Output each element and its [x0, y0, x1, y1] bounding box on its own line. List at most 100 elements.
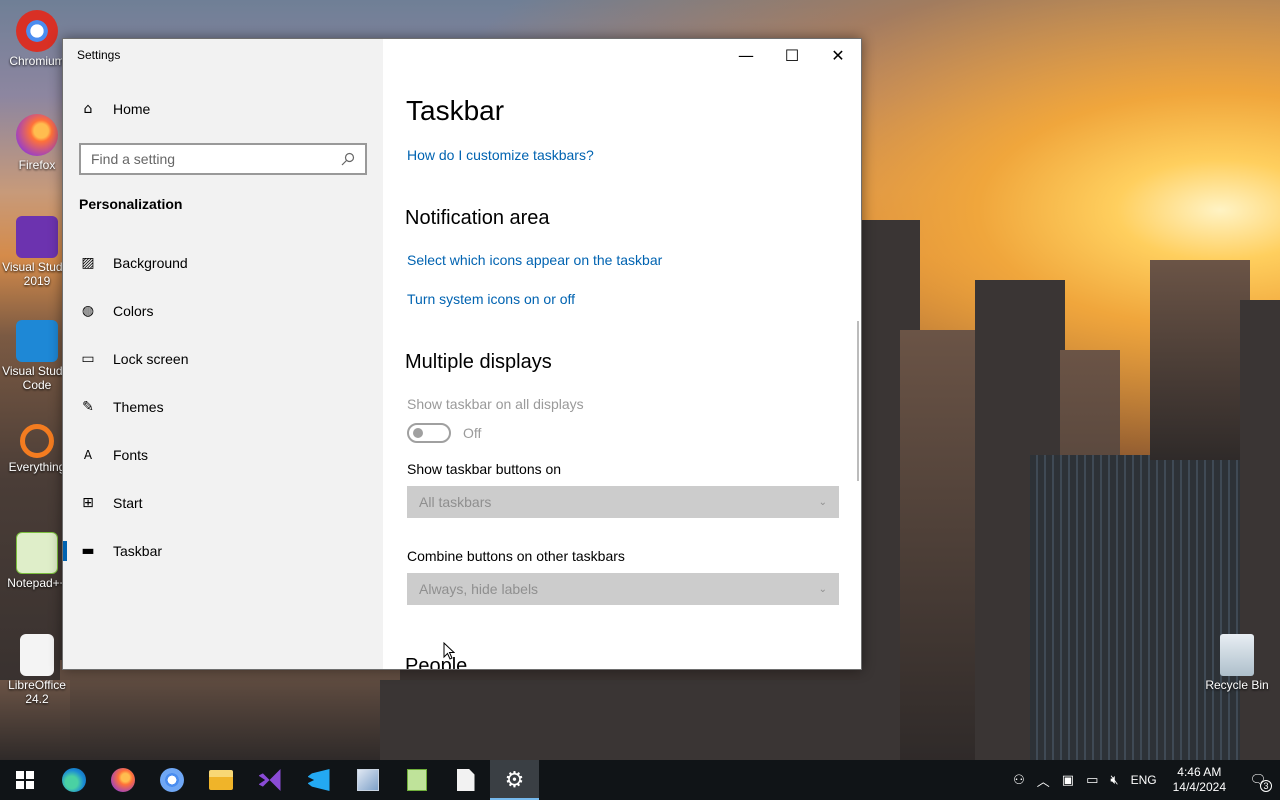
dropdown-value: All taskbars: [419, 494, 492, 510]
show-all-displays-toggle[interactable]: [407, 423, 451, 443]
taskbar-visual-studio[interactable]: [245, 760, 294, 800]
chevron-down-icon: ⌄: [818, 583, 827, 595]
sidebar-item-start[interactable]: ⊞ Start: [63, 479, 383, 527]
file-icon: [456, 769, 475, 791]
window-controls: — ☐ ✕: [723, 39, 861, 71]
desktop-icon-recycle-bin[interactable]: Recycle Bin: [1200, 634, 1274, 692]
taskbar-chromium[interactable]: [147, 760, 196, 800]
desktop-icon-label: Recycle Bin: [1205, 678, 1269, 692]
chevron-up-icon: ︿: [1036, 774, 1050, 790]
desktop-icon-label: Everything: [8, 460, 66, 474]
start-icon: ⊞: [82, 495, 94, 511]
language-label: ENG: [1130, 773, 1157, 787]
combine-buttons-label: Combine buttons on other taskbars: [407, 548, 625, 564]
taskbar-vscode[interactable]: [294, 760, 343, 800]
toggle-state-label: Off: [463, 425, 482, 441]
file-explorer-icon: [208, 770, 233, 790]
settings-content: — ☐ ✕ Taskbar How do I customize taskbar…: [383, 39, 861, 669]
clock[interactable]: 4:46 AM 14/4/2024: [1163, 765, 1236, 795]
settings-icon: ⚙: [504, 767, 525, 793]
mouse-cursor-icon: [443, 642, 455, 660]
windows-start-icon: [15, 771, 34, 789]
vscode-icon: [16, 320, 58, 362]
recycle-bin-icon: [1220, 634, 1254, 676]
taskbar-file-explorer[interactable]: [196, 760, 245, 800]
search-box: [79, 143, 367, 175]
search-input[interactable]: [91, 151, 331, 167]
firefox-icon: [110, 768, 135, 792]
vscode-icon: [307, 769, 330, 791]
sidebar-item-label: Taskbar: [113, 543, 163, 559]
action-center-button[interactable]: 🗨︎ 3: [1236, 760, 1280, 800]
language-indicator[interactable]: ENG: [1125, 760, 1163, 800]
show-hidden-icons-button[interactable]: ︿: [1031, 760, 1056, 800]
sidebar-item-taskbar[interactable]: ▬ Taskbar: [63, 527, 383, 575]
show-all-displays-label: Show taskbar on all displays: [407, 396, 584, 412]
home-button[interactable]: ⌂ Home: [79, 101, 151, 117]
minimize-icon: —: [738, 45, 754, 65]
taskbar-paint[interactable]: [343, 760, 392, 800]
everything-icon: [20, 424, 54, 458]
meet-now-tray-button[interactable]: ▣: [1056, 760, 1080, 800]
people-icon: ⚇: [1013, 772, 1025, 788]
volume-tray-button[interactable]: 🔇︎: [1104, 760, 1124, 800]
firefox-icon: [16, 114, 58, 156]
taskbar-settings[interactable]: ⚙: [490, 760, 539, 800]
volume-muted-icon: 🔇︎: [1110, 772, 1119, 788]
taskbar-file[interactable]: [441, 760, 490, 800]
minimize-button[interactable]: —: [723, 39, 769, 71]
taskbar-edge[interactable]: [49, 760, 98, 800]
content-scrollbar[interactable]: [857, 321, 859, 481]
home-icon: ⌂: [83, 101, 93, 117]
taskbar-notepadpp[interactable]: [392, 760, 441, 800]
start-button[interactable]: [0, 760, 49, 800]
sidebar-item-label: Colors: [113, 303, 154, 319]
paint-icon: [356, 769, 379, 791]
buttons-on-label: Show taskbar buttons on: [407, 461, 562, 477]
network-tray-button[interactable]: ▭: [1080, 760, 1104, 800]
buttons-on-dropdown[interactable]: All taskbars ⌄: [407, 486, 839, 518]
help-link[interactable]: How do I customize taskbars?: [407, 147, 594, 163]
chromium-icon: [159, 768, 184, 792]
notepadpp-icon: [406, 769, 427, 791]
maximize-button[interactable]: ☐: [769, 39, 815, 71]
libreoffice-icon: [20, 634, 54, 676]
desktop-icon-label: Notepad++: [7, 576, 67, 590]
desktop-icon-label: Firefox: [18, 158, 56, 172]
chevron-down-icon: ⌄: [818, 496, 827, 508]
chromium-icon: [16, 10, 58, 52]
people-heading: People: [405, 655, 468, 669]
taskbar: ⚙ ⚇ ︿ ▣ ▭ 🔇︎ ENG 4:46 AM 14/4/2024 🗨︎ 3: [0, 760, 1280, 800]
font-icon: A: [83, 448, 93, 462]
taskbar-icon: ▬: [81, 543, 95, 559]
select-icons-link[interactable]: Select which icons appear on the taskbar: [407, 252, 662, 268]
notepadpp-icon: [16, 532, 58, 574]
system-tray: ⚇ ︿ ▣ ▭ 🔇︎ ENG 4:46 AM 14/4/2024 🗨︎ 3: [1007, 760, 1280, 800]
page-title: Taskbar: [406, 95, 505, 126]
clock-time: 4:46 AM: [1177, 765, 1222, 779]
sidebar-item-colors[interactable]: ◍ Colors: [63, 287, 383, 335]
people-tray-button[interactable]: ⚇: [1007, 760, 1031, 800]
lock-screen-icon: ▭: [81, 351, 95, 367]
combine-buttons-dropdown[interactable]: Always, hide labels ⌄: [407, 573, 839, 605]
sidebar-item-background[interactable]: ▨ Background: [63, 239, 383, 287]
maximize-icon: ☐: [784, 45, 800, 65]
sidebar-item-themes[interactable]: ✎ Themes: [63, 383, 383, 431]
multiple-displays-heading: Multiple displays: [405, 351, 552, 373]
edge-icon: [61, 768, 86, 792]
toggle-knob: [413, 428, 423, 438]
visual-studio-icon: [258, 769, 281, 791]
settings-window: Settings ⌂ Home Personalization ▨ Backgr…: [62, 38, 862, 670]
taskbar-firefox[interactable]: [98, 760, 147, 800]
system-icons-link[interactable]: Turn system icons on or off: [407, 291, 575, 307]
settings-sidebar: Settings ⌂ Home Personalization ▨ Backgr…: [63, 39, 383, 669]
sidebar-item-label: Background: [113, 255, 188, 271]
sidebar-item-label: Fonts: [113, 447, 149, 463]
network-icon: ▭: [1086, 772, 1099, 788]
sidebar-item-lock-screen[interactable]: ▭ Lock screen: [63, 335, 383, 383]
close-button[interactable]: ✕: [815, 39, 861, 71]
search-icon[interactable]: [341, 152, 355, 166]
palette-icon: ◍: [81, 303, 95, 319]
sidebar-item-fonts[interactable]: A Fonts: [63, 431, 383, 479]
home-label: Home: [113, 101, 151, 117]
